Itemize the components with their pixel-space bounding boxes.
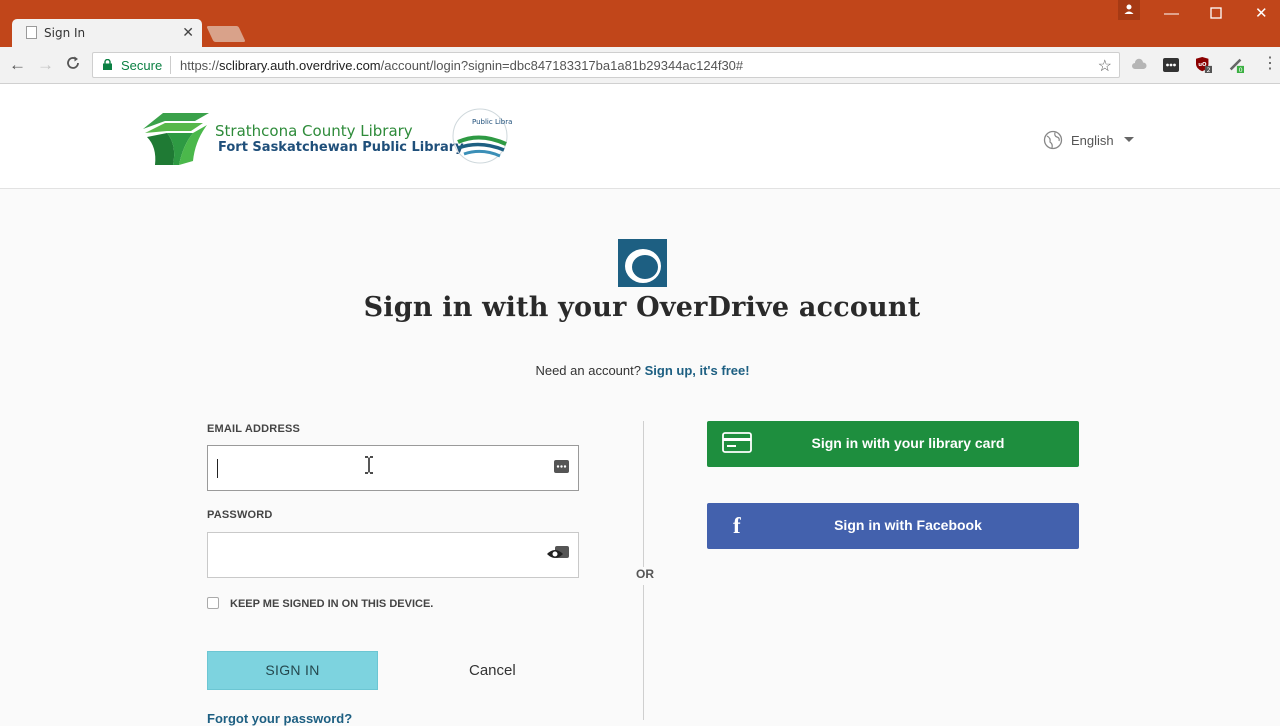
script-extension-icon[interactable]: 0 bbox=[1228, 57, 1244, 73]
cloud-extension-icon[interactable] bbox=[1131, 57, 1147, 73]
overdrive-logo-icon bbox=[618, 239, 667, 287]
email-label: EMAIL ADDRESS bbox=[207, 423, 301, 435]
email-field-container bbox=[207, 445, 579, 491]
chevron-down-icon bbox=[1124, 137, 1134, 142]
reload-icon bbox=[67, 56, 79, 69]
forgot-password-link[interactable]: Forgot your password? bbox=[207, 711, 352, 726]
library-name-line2: Fort Saskatchewan Public Library bbox=[218, 140, 464, 155]
email-field[interactable] bbox=[216, 456, 546, 480]
show-password-eye-icon[interactable] bbox=[547, 546, 569, 561]
tab-title: Sign In bbox=[44, 26, 86, 40]
ublock-extension-icon[interactable]: uO 2 bbox=[1196, 57, 1212, 73]
library-logo-icon[interactable] bbox=[143, 111, 209, 167]
svg-text:0: 0 bbox=[1239, 67, 1243, 73]
url-path: /account/login?signin=dbc847183317ba1a81… bbox=[380, 58, 744, 73]
keep-signed-in-checkbox[interactable] bbox=[207, 597, 219, 609]
url-text[interactable]: https://sclibrary.auth.overdrive.com/acc… bbox=[180, 58, 743, 73]
facebook-button-label: Sign in with Facebook bbox=[834, 517, 982, 533]
secure-label: Secure bbox=[121, 58, 163, 73]
seal-label: Public Library bbox=[472, 118, 512, 126]
svg-text:2: 2 bbox=[1207, 67, 1211, 73]
facebook-signin-button[interactable]: f Sign in with Facebook bbox=[707, 503, 1079, 549]
site-header: Strathcona County Library Fort Saskatche… bbox=[0, 84, 1280, 189]
address-bar[interactable]: Secure https://sclibrary.auth.overdrive.… bbox=[92, 52, 1120, 78]
page-title: Sign in with your OverDrive account bbox=[363, 292, 921, 323]
cancel-button[interactable]: Cancel bbox=[469, 662, 516, 679]
forward-button[interactable]: → bbox=[37, 55, 54, 75]
password-label: PASSWORD bbox=[207, 509, 273, 521]
url-host: sclibrary.auth.overdrive.com bbox=[219, 58, 381, 73]
lastpass-extension-icon[interactable] bbox=[1163, 57, 1179, 73]
minimize-window-button[interactable]: — bbox=[1164, 4, 1179, 24]
globe-icon bbox=[1043, 130, 1063, 150]
need-account-text: Need an account? Sign up, it's free! bbox=[0, 363, 1280, 378]
browser-menu-icon[interactable]: ⋮ bbox=[1262, 54, 1278, 74]
profile-button[interactable] bbox=[1118, 0, 1140, 20]
language-label: English bbox=[1071, 133, 1114, 148]
url-separator bbox=[170, 56, 171, 74]
sign-up-link[interactable]: Sign up, it's free! bbox=[645, 363, 750, 378]
new-tab-button[interactable] bbox=[206, 26, 246, 42]
back-button[interactable]: ← bbox=[9, 55, 26, 75]
or-separator: OR bbox=[631, 567, 659, 585]
lock-icon bbox=[103, 59, 112, 70]
need-account-label: Need an account? bbox=[535, 363, 641, 378]
public-library-seal-icon: Public Library bbox=[452, 108, 512, 164]
password-field-container bbox=[207, 532, 579, 578]
reload-button[interactable] bbox=[65, 55, 81, 76]
browser-tab-sign-in[interactable]: Sign In ✕ bbox=[12, 19, 202, 47]
close-window-button[interactable]: ✕ bbox=[1255, 4, 1268, 24]
close-tab-icon[interactable]: ✕ bbox=[182, 24, 194, 40]
url-scheme: https:// bbox=[180, 58, 220, 73]
library-card-signin-button[interactable]: Sign in with your library card bbox=[707, 421, 1079, 467]
library-name-line1: Strathcona County Library bbox=[215, 122, 413, 140]
browser-toolbar: ← → Secure https://sclibrary.auth.overdr… bbox=[0, 47, 1280, 84]
page-icon bbox=[26, 26, 37, 39]
keep-signed-in-label[interactable]: KEEP ME SIGNED IN ON THIS DEVICE. bbox=[230, 598, 433, 610]
library-card-button-label: Sign in with your library card bbox=[811, 435, 1005, 451]
text-caret bbox=[217, 459, 218, 478]
sign-in-button[interactable]: SIGN IN bbox=[207, 651, 378, 690]
browser-titlebar: Sign In ✕ — ✕ bbox=[0, 0, 1280, 47]
text-cursor-icon bbox=[365, 456, 373, 474]
maximize-window-button[interactable] bbox=[1210, 5, 1222, 25]
person-icon bbox=[1124, 4, 1134, 14]
password-field[interactable] bbox=[216, 543, 546, 567]
password-manager-icon[interactable] bbox=[554, 459, 569, 474]
bookmark-star-icon[interactable]: ☆ bbox=[1098, 56, 1112, 76]
